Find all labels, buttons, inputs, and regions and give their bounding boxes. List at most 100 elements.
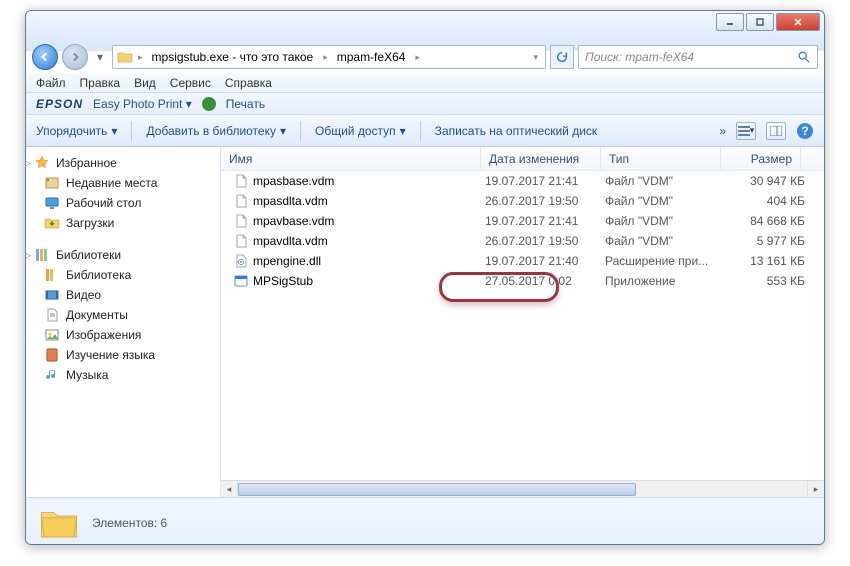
library-icon	[44, 267, 60, 283]
epson-logo: EPSON	[36, 97, 83, 111]
favorites-group[interactable]: ▷Избранное	[26, 153, 220, 173]
maximize-button[interactable]	[746, 13, 774, 31]
pictures-icon	[44, 327, 60, 343]
menu-bar: Файл Правка Вид Сервис Справка	[26, 73, 824, 93]
sidebar-item-video[interactable]: Видео	[26, 285, 220, 305]
documents-icon	[44, 307, 60, 323]
column-headers: Имя Дата изменения Тип Размер	[221, 147, 824, 171]
epson-toolbar: EPSON Easy Photo Print ▾ Печать	[26, 93, 824, 115]
titlebar	[26, 11, 824, 41]
libraries-icon	[34, 247, 50, 263]
file-type: Файл "VDM"	[605, 174, 725, 188]
file-type: Файл "VDM"	[605, 234, 725, 248]
sidebar-item-recent[interactable]: Недавние места	[26, 173, 220, 193]
file-size: 84 668 КБ	[725, 214, 805, 228]
video-icon	[44, 287, 60, 303]
menu-edit[interactable]: Правка	[80, 76, 121, 90]
add-to-library-button[interactable]: Добавить в библиотеку ▾	[146, 124, 286, 138]
file-date: 26.07.2017 19:50	[485, 234, 605, 248]
table-row[interactable]: MPSigStub27.05.2017 0:02Приложение553 КБ	[221, 271, 824, 291]
sidebar-item-music[interactable]: Музыка	[26, 365, 220, 385]
forward-button[interactable]	[62, 44, 88, 70]
col-date[interactable]: Дата изменения	[481, 147, 601, 170]
col-size[interactable]: Размер	[721, 147, 801, 170]
file-name: mpasbase.vdm	[253, 174, 485, 188]
file-type: Расширение при...	[605, 254, 725, 268]
file-list: Имя Дата изменения Тип Размер mpasbase.v…	[221, 147, 824, 497]
organize-button[interactable]: Упорядочить ▾	[36, 124, 117, 138]
file-name: mpasdlta.vdm	[253, 194, 485, 208]
sidebar-item-language[interactable]: Изучение языка	[26, 345, 220, 365]
sidebar-item-documents[interactable]: Документы	[26, 305, 220, 325]
search-input[interactable]: Поиск: mpam-feX64	[578, 45, 818, 69]
breadcrumb-segment[interactable]: mpsigstub.exe - что это такое	[148, 50, 319, 64]
breadcrumb-segment[interactable]: mpam-feX64	[333, 50, 411, 64]
table-row[interactable]: mpasbase.vdm19.07.2017 21:41Файл "VDM"30…	[221, 171, 824, 191]
file-size: 13 161 КБ	[725, 254, 805, 268]
col-name[interactable]: Имя	[221, 147, 481, 170]
scroll-left-icon[interactable]: ◂	[221, 481, 238, 497]
file-type: Файл "VDM"	[605, 194, 725, 208]
file-date: 26.07.2017 19:50	[485, 194, 605, 208]
back-button[interactable]	[32, 44, 58, 70]
table-row[interactable]: mpavdlta.vdm26.07.2017 19:50Файл "VDM"5 …	[221, 231, 824, 251]
navigation-pane: ▷Избранное Недавние места Рабочий стол З…	[26, 147, 221, 497]
easy-photo-print-button[interactable]: Easy Photo Print ▾	[93, 97, 192, 111]
address-bar-row: ▾ ▸ mpsigstub.exe - что это такое ▸ mpam…	[26, 41, 824, 73]
file-type: Файл "VDM"	[605, 214, 725, 228]
music-icon	[44, 367, 60, 383]
command-bar: Упорядочить ▾ Добавить в библиотеку ▾ Об…	[26, 115, 824, 147]
file-size: 553 КБ	[725, 274, 805, 288]
book-icon	[44, 347, 60, 363]
file-name: mpavbase.vdm	[253, 214, 485, 228]
breadcrumb[interactable]: ▸ mpsigstub.exe - что это такое ▸ mpam-f…	[112, 45, 546, 69]
sidebar-item-downloads[interactable]: Загрузки	[26, 213, 220, 233]
refresh-button[interactable]	[550, 45, 574, 69]
content-area: ▷Избранное Недавние места Рабочий стол З…	[26, 147, 824, 497]
close-button[interactable]	[776, 13, 820, 31]
file-size: 5 977 КБ	[725, 234, 805, 248]
scroll-right-icon[interactable]: ▸	[807, 481, 824, 497]
help-icon[interactable]: ?	[796, 122, 814, 140]
sidebar-item-desktop[interactable]: Рабочий стол	[26, 193, 220, 213]
libraries-group[interactable]: ▷Библиотеки	[26, 245, 220, 265]
status-bar: Элементов: 6	[26, 497, 824, 545]
print-button[interactable]: Печать	[226, 97, 265, 111]
chevron-down-icon[interactable]: ▾	[530, 52, 541, 63]
horizontal-scrollbar[interactable]: ◂ ▸	[221, 480, 824, 497]
file-size: 30 947 КБ	[725, 174, 805, 188]
table-row[interactable]: mpengine.dll19.07.2017 21:40Расширение п…	[221, 251, 824, 271]
sidebar-item-pictures[interactable]: Изображения	[26, 325, 220, 345]
file-name: mpavdlta.vdm	[253, 234, 485, 248]
search-placeholder: Поиск: mpam-feX64	[585, 50, 797, 64]
burn-button[interactable]: Записать на оптический диск	[435, 124, 598, 138]
file-date: 19.07.2017 21:41	[485, 214, 605, 228]
menu-file[interactable]: Файл	[36, 76, 66, 90]
menu-tools[interactable]: Сервис	[170, 76, 211, 90]
star-icon	[34, 155, 50, 171]
scroll-thumb[interactable]	[238, 483, 636, 496]
recent-dropdown[interactable]: ▾	[92, 49, 108, 65]
file-date: 27.05.2017 0:02	[485, 274, 605, 288]
more-icon[interactable]: »	[719, 124, 726, 138]
folder-icon	[117, 49, 133, 65]
menu-view[interactable]: Вид	[134, 76, 156, 90]
explorer-window: ▾ ▸ mpsigstub.exe - что это такое ▸ mpam…	[25, 10, 825, 545]
table-row[interactable]: mpasdlta.vdm26.07.2017 19:50Файл "VDM"40…	[221, 191, 824, 211]
sidebar-item-library[interactable]: Библиотека	[26, 265, 220, 285]
desktop-icon	[44, 195, 60, 211]
file-name: MPSigStub	[253, 274, 485, 288]
minimize-button[interactable]	[716, 13, 744, 31]
svg-text:?: ?	[801, 124, 808, 138]
table-row[interactable]: mpavbase.vdm19.07.2017 21:41Файл "VDM"84…	[221, 211, 824, 231]
share-button[interactable]: Общий доступ ▾	[315, 124, 406, 138]
file-size: 404 КБ	[725, 194, 805, 208]
file-date: 19.07.2017 21:40	[485, 254, 605, 268]
view-mode-button[interactable]: ▾	[736, 122, 756, 140]
col-type[interactable]: Тип	[601, 147, 721, 170]
print-icon	[202, 97, 216, 111]
preview-pane-button[interactable]	[766, 122, 786, 140]
menu-help[interactable]: Справка	[225, 76, 272, 90]
search-icon	[797, 50, 811, 64]
file-date: 19.07.2017 21:41	[485, 174, 605, 188]
